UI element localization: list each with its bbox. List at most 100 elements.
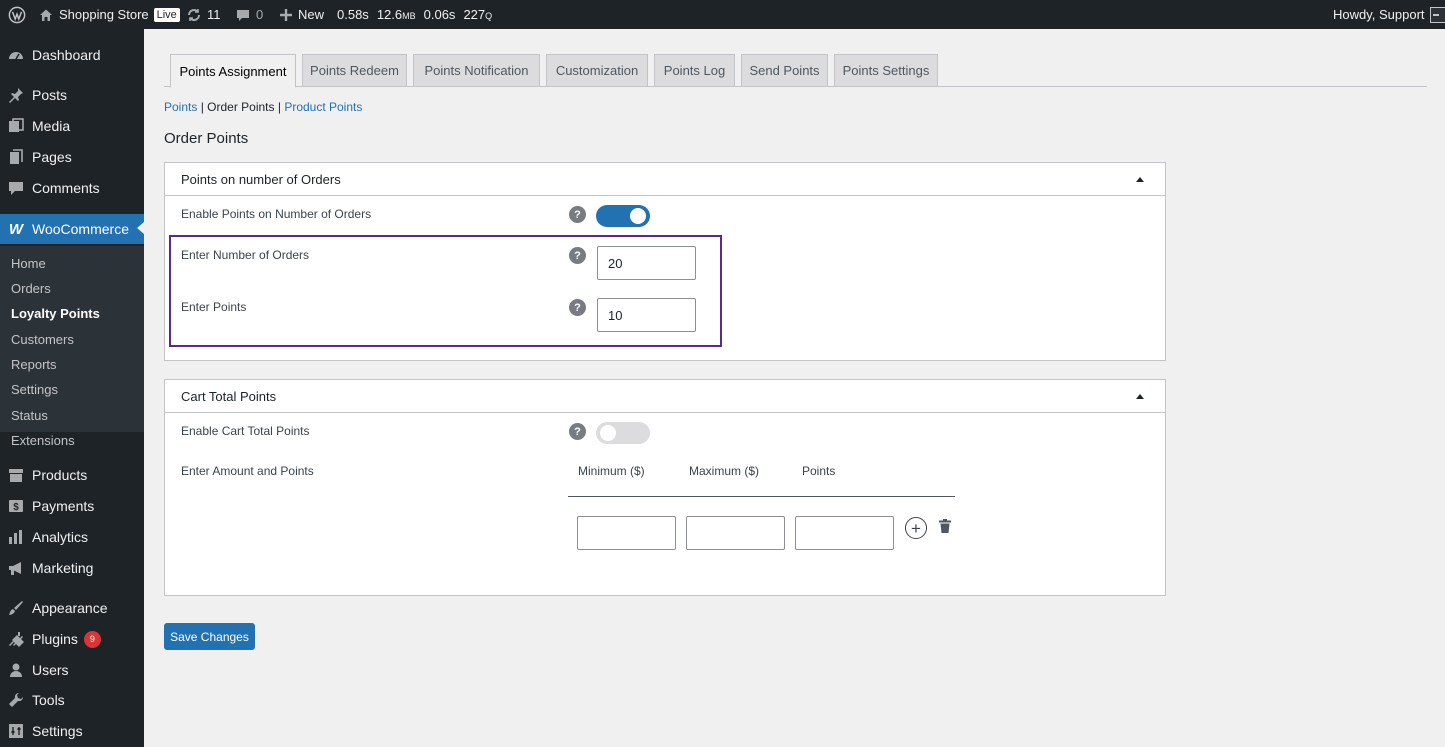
menu-woocommerce-label: WooCommerce — [32, 221, 129, 237]
submenu-status[interactable]: Status — [11, 408, 48, 423]
submenu-loyalty-points[interactable]: Loyalty Points — [11, 306, 100, 321]
menu-dashboard[interactable]: Dashboard — [0, 41, 144, 69]
collapse-arrow-icon[interactable] — [1136, 177, 1144, 182]
menu-tools[interactable]: Tools — [0, 686, 144, 714]
submenu-settings[interactable]: Settings — [11, 382, 58, 397]
perf-query-time: 0.06s — [423, 7, 456, 22]
minimum-amount-input[interactable] — [577, 516, 676, 550]
amount-points-label: Enter Amount and Points — [181, 464, 314, 478]
menu-comments[interactable]: Comments — [0, 174, 144, 202]
menu-settings[interactable]: Settings — [0, 717, 144, 745]
menu-settings-label: Settings — [32, 723, 83, 739]
orders-panel-header[interactable]: Points on number of Orders — [165, 163, 1165, 196]
menu-marketing[interactable]: Marketing — [0, 554, 144, 582]
enable-cart-toggle[interactable] — [596, 422, 650, 444]
comments-count: 0 — [256, 7, 264, 22]
subnav-product-points-link[interactable]: Product Points — [284, 100, 362, 114]
menu-pages[interactable]: Pages — [0, 143, 144, 171]
submenu-home[interactable]: Home — [11, 256, 46, 271]
menu-users[interactable]: Users — [0, 656, 144, 684]
home-icon — [40, 9, 52, 21]
submenu-reports[interactable]: Reports — [11, 357, 57, 372]
table-divider — [568, 496, 955, 497]
perf-queries-value: 227 — [463, 7, 486, 22]
collapse-arrow-icon[interactable] — [1136, 394, 1144, 399]
comment-icon — [237, 9, 249, 21]
tab-points-log[interactable]: Points Log — [654, 54, 735, 87]
menu-posts-label: Posts — [32, 87, 68, 103]
avatar — [1429, 6, 1445, 23]
delete-trash-icon[interactable] — [939, 519, 951, 533]
new-content-link[interactable]: New — [279, 0, 324, 29]
new-label: New — [298, 7, 325, 22]
toggle-knob — [630, 208, 646, 224]
svg-text:$: $ — [13, 502, 19, 513]
menu-products[interactable]: Products — [0, 461, 144, 489]
admin-bar: Shopping Store Live 11 0 New 0.58s 12.6M… — [0, 0, 1445, 29]
save-changes-button[interactable]: Save Changes — [164, 623, 255, 650]
my-account-link[interactable]: Howdy, Support — [1333, 0, 1445, 29]
menu-analytics[interactable]: Analytics — [0, 523, 144, 551]
menu-media-label: Media — [32, 118, 71, 134]
paintbrush-icon — [7, 599, 25, 617]
menu-media[interactable]: Media — [0, 112, 144, 140]
add-row-plus-icon[interactable]: + — [905, 517, 927, 539]
maximum-amount-input[interactable] — [686, 516, 785, 550]
dashboard-icon — [7, 46, 25, 64]
perf-time: 0.58s — [337, 7, 369, 22]
tab-points-settings[interactable]: Points Settings — [834, 54, 938, 87]
submenu-extensions[interactable]: Extensions — [11, 433, 75, 448]
tab-points-notification[interactable]: Points Notification — [413, 54, 540, 87]
points-tabs: Points Assignment Points Redeem Points N… — [164, 54, 1427, 88]
enable-orders-toggle[interactable] — [596, 205, 650, 227]
menu-analytics-label: Analytics — [32, 529, 89, 545]
toggle-knob — [600, 425, 616, 441]
menu-plugins-label: Plugins — [32, 631, 78, 647]
help-icon[interactable]: ? — [569, 206, 586, 223]
updates-count: 11 — [207, 7, 221, 22]
submenu-orders[interactable]: Orders — [11, 281, 51, 296]
site-name-link[interactable]: Shopping Store Live — [38, 0, 180, 29]
menu-payments[interactable]: $ Payments — [0, 492, 144, 520]
tab-send-points[interactable]: Send Points — [741, 54, 828, 87]
tab-points-assignment[interactable]: Points Assignment — [170, 54, 296, 88]
menu-appearance[interactable]: Appearance — [0, 594, 144, 622]
site-name: Shopping Store — [59, 7, 149, 22]
cart-panel-header[interactable]: Cart Total Points — [165, 380, 1165, 413]
col-points-header: Points — [802, 464, 836, 478]
wrench-icon — [7, 691, 25, 709]
menu-payments-label: Payments — [32, 498, 95, 514]
updates-link[interactable]: 11 — [186, 0, 221, 29]
menu-appearance-label: Appearance — [32, 600, 108, 616]
submenu-customers[interactable]: Customers — [11, 332, 74, 347]
query-monitor-link[interactable]: 0.58s 12.6MB 0.06s 227Q — [337, 0, 492, 29]
menu-plugins[interactable]: Plugins 9 — [0, 625, 144, 653]
help-icon[interactable]: ? — [569, 423, 586, 440]
woocommerce-icon: W — [8, 220, 24, 238]
settings-icon — [7, 722, 25, 740]
greeting: Howdy, Support — [1333, 7, 1425, 22]
menu-tools-label: Tools — [32, 692, 65, 708]
bar-chart-icon — [7, 528, 25, 546]
subnav-separator: | — [197, 100, 208, 114]
perf-memory-value: 12.6 — [376, 7, 403, 22]
tab-points-redeem[interactable]: Points Redeem — [302, 54, 407, 87]
perf-queries-unit: Q — [485, 11, 493, 21]
menu-pages-label: Pages — [32, 149, 72, 165]
plugin-icon — [7, 630, 25, 648]
subnav-points-link[interactable]: Points — [164, 100, 197, 114]
comments-link[interactable]: 0 — [235, 0, 263, 29]
menu-users-label: Users — [32, 662, 69, 678]
tab-customization[interactable]: Customization — [546, 54, 648, 87]
cart-points-input[interactable] — [795, 516, 894, 550]
woocommerce-submenu: Home Orders Loyalty Points Customers Rep… — [0, 246, 144, 448]
payments-icon: $ — [7, 497, 25, 515]
menu-posts[interactable]: Posts — [0, 81, 144, 109]
menu-comments-label: Comments — [32, 180, 100, 196]
plugins-update-badge: 9 — [83, 630, 101, 648]
wordpress-logo-icon[interactable] — [8, 0, 26, 29]
admin-sidebar: Dashboard Posts Media Pages Comments W W… — [0, 29, 144, 747]
menu-woocommerce[interactable]: W WooCommerce — [0, 214, 144, 244]
cart-total-points-panel: Cart Total Points Enable Cart Total Poin… — [164, 379, 1166, 596]
current-menu-caret — [137, 222, 144, 234]
